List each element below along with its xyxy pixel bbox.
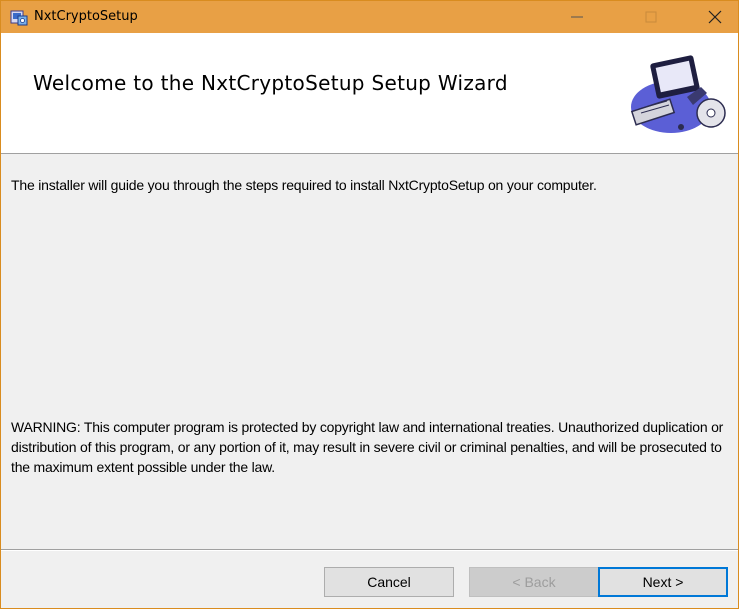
computer-with-cd-icon (627, 47, 727, 139)
footer-divider (1, 549, 738, 551)
next-button[interactable]: Next > (598, 567, 728, 597)
copyright-warning: WARNING: This computer program is protec… (11, 419, 724, 475)
close-button[interactable] (692, 1, 738, 33)
title-bar[interactable]: NxtCryptoSetup (1, 1, 738, 33)
minimize-button[interactable] (554, 1, 600, 33)
page-title: Welcome to the NxtCryptoSetup Setup Wiza… (33, 71, 508, 95)
maximize-icon (645, 11, 657, 23)
maximize-button[interactable] (628, 1, 674, 33)
setup-wizard-window: NxtCryptoSetup Welcome to the NxtCryptoS… (0, 0, 739, 609)
close-icon (708, 10, 722, 24)
installer-icon (10, 8, 28, 26)
back-button[interactable]: < Back (469, 567, 599, 597)
wizard-header: Welcome to the NxtCryptoSetup Setup Wiza… (1, 33, 738, 154)
intro-text: The installer will guide you through the… (11, 177, 597, 193)
window-title: NxtCryptoSetup (34, 9, 138, 24)
minimize-icon (571, 16, 583, 18)
cancel-button[interactable]: Cancel (324, 567, 454, 597)
